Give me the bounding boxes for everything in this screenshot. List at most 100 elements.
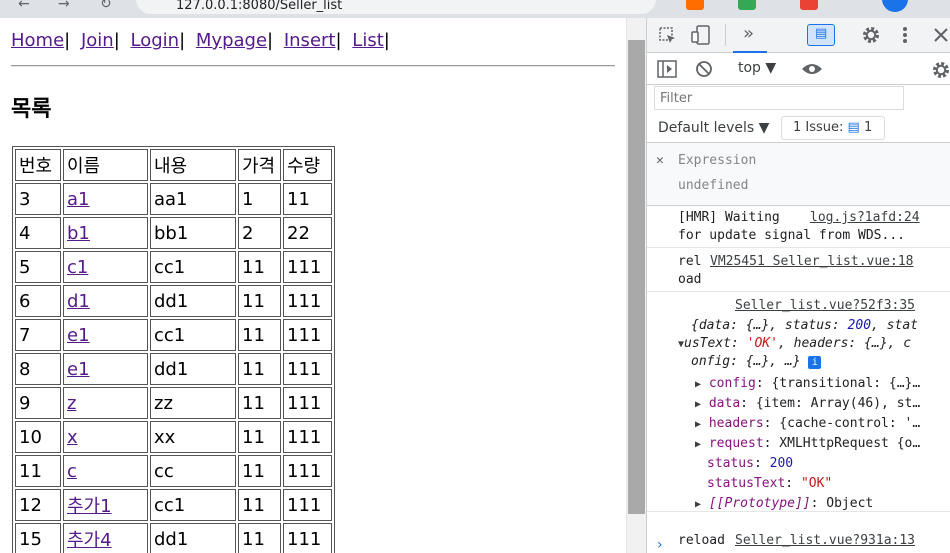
table-cell: 111 [283, 353, 332, 385]
table-row: 10 x xx 11 111 [15, 421, 332, 453]
object-property-row[interactable]: ▶ request: XMLHttpRequest {o… [695, 436, 920, 451]
table-cell: 추가4 [63, 523, 148, 553]
forward-arrow-icon[interactable]: → [58, 0, 70, 12]
levels-bar: Default levels ▼ 1 Issue: ▤ 1 [647, 113, 950, 143]
item-name-link[interactable]: b1 [67, 223, 90, 244]
clear-console-icon[interactable] [695, 60, 713, 78]
nav-home-link[interactable]: Home [11, 30, 64, 51]
preview-text: usText: [684, 336, 747, 351]
table-cell: 11 [238, 421, 281, 453]
devtools-tabbar: » ▤ [647, 18, 950, 53]
nav-separator: | [267, 30, 274, 51]
table-cell: xx [150, 421, 236, 453]
table-cell: 111 [283, 319, 332, 351]
property-value: : {transitional: {…}… [755, 376, 921, 391]
eye-icon[interactable] [801, 62, 823, 76]
table-row: 3 a1 aa1 1 11 [15, 183, 332, 215]
table-cell: 111 [283, 251, 332, 283]
sidebar-toggle-icon[interactable] [657, 60, 677, 78]
back-arrow-icon[interactable]: ← [18, 0, 30, 12]
collapsed-triangle-icon[interactable]: ▶ [695, 419, 701, 430]
preview-number: 200 [847, 318, 872, 333]
nav-join-link[interactable]: Join [81, 30, 114, 51]
item-name-link[interactable]: e1 [67, 325, 90, 346]
extension-icon[interactable] [800, 0, 818, 10]
item-name-link[interactable]: e1 [67, 359, 90, 380]
gear-icon[interactable] [861, 25, 881, 45]
item-name-link[interactable]: c [67, 461, 77, 482]
page-scrollbar[interactable] [626, 18, 646, 553]
table-cell: zz [150, 387, 236, 419]
expression-label[interactable]: Expression [678, 153, 756, 168]
table-cell: 111 [283, 387, 332, 419]
browser-toolbar: ← → ↻ 127.0.0.1:8080/Seller_list [0, 0, 950, 18]
table-cell: 11 [238, 387, 281, 419]
close-icon[interactable] [933, 27, 949, 43]
nav-insert-link[interactable]: Insert [284, 30, 336, 51]
table-cell: c [63, 455, 148, 487]
collapsed-triangle-icon[interactable]: ▶ [695, 499, 701, 510]
message-source-link[interactable]: log.js?1afd:24 [810, 210, 920, 225]
seller-list-table: 번호 이름 내용 가격 수량 3 a1 aa1 1 11 4 b1 bb1 2 22 5 c1 cc1 1… [12, 146, 335, 553]
nav-separator: | [64, 30, 71, 51]
page-title: 목록 [11, 97, 52, 122]
messages-button[interactable]: ▤ [807, 24, 835, 46]
table-cell: dd1 [150, 285, 236, 317]
address-url[interactable]: 127.0.0.1:8080/Seller_list [176, 0, 342, 13]
info-icon[interactable]: i [808, 356, 822, 369]
item-name-link[interactable]: 추가1 [67, 496, 112, 517]
inspect-element-icon[interactable] [659, 27, 677, 45]
table-cell: 8 [15, 353, 61, 385]
issues-count: 1 [863, 120, 873, 135]
nav-list-link[interactable]: List [352, 30, 383, 51]
nav-mypage-link[interactable]: Mypage [196, 30, 267, 51]
property-key: data [708, 396, 741, 411]
item-name-link[interactable]: 추가4 [67, 530, 112, 551]
nav-login-link[interactable]: Login [131, 30, 180, 51]
item-name-link[interactable]: x [67, 427, 78, 448]
object-property-row[interactable]: ▶ headers: {cache-control: '… [695, 416, 920, 431]
collapsed-triangle-icon[interactable]: ▶ [695, 379, 701, 390]
object-property-row[interactable]: ▶ data: {item: Array(46), st… [695, 396, 920, 411]
divider [11, 65, 615, 67]
devtools-panel: » ▤ top ▼ Filter Default levels ▼ 1 Issu… [646, 18, 950, 553]
console-prompt-chevron-icon[interactable]: › [657, 537, 663, 553]
table-cell: dd1 [150, 523, 236, 553]
page-viewport: Home| Join| Login| Mypage| Insert| List|… [0, 18, 626, 553]
scrollbar-thumb[interactable] [628, 40, 645, 514]
more-tabs-chevron-icon[interactable]: » [743, 23, 754, 44]
reload-icon[interactable]: ↻ [100, 0, 112, 12]
collapsed-triangle-icon[interactable]: ▶ [695, 399, 701, 410]
table-cell: e1 [63, 353, 148, 385]
address-bar[interactable]: 127.0.0.1:8080/Seller_list [136, 0, 656, 14]
collapsed-triangle-icon[interactable]: ▶ [695, 439, 701, 450]
kebab-menu-icon[interactable] [901, 26, 909, 44]
item-name-link[interactable]: a1 [67, 189, 89, 210]
remove-expression-close-icon[interactable]: ✕ [656, 153, 664, 168]
context-selector[interactable]: top ▼ [738, 60, 776, 76]
extension-icon[interactable] [686, 0, 704, 10]
extension-icon[interactable] [738, 0, 756, 10]
table-cell: cc1 [150, 251, 236, 283]
profile-avatar[interactable] [882, 0, 908, 12]
issue-message-icon: ▤ [847, 120, 860, 135]
message-source-link[interactable]: VM25451 Seller_list.vue:18 [710, 254, 914, 269]
item-name-link[interactable]: d1 [67, 291, 90, 312]
console-filter-input[interactable] [654, 86, 904, 110]
console-settings-gear-icon[interactable] [931, 60, 950, 80]
item-name-link[interactable]: c1 [67, 257, 88, 278]
nav-separator: | [335, 30, 342, 51]
message-source-link[interactable]: Seller_list.vue?931a:13 [735, 533, 915, 548]
console-message: rel VM25451 Seller_list.vue:18 oad [647, 248, 950, 292]
issues-button[interactable]: 1 Issue: ▤ 1 [781, 116, 885, 140]
message-text: rel [678, 254, 702, 269]
device-toolbar-icon[interactable] [691, 25, 711, 45]
toolbar-divider [725, 24, 726, 46]
object-preview-line[interactable]: ▼usText: 'OK', headers: {…}, c [678, 336, 911, 351]
object-property-row[interactable]: ▶ config: {transitional: {…}… [695, 376, 920, 391]
property-value: "OK" [800, 476, 833, 491]
item-name-link[interactable]: z [67, 393, 76, 414]
object-property-row[interactable]: ▶ [[Prototype]]: Object [695, 496, 873, 511]
message-source-link[interactable]: Seller_list.vue?52f3:35 [735, 298, 915, 313]
log-levels-dropdown[interactable]: Default levels ▼ [658, 120, 769, 136]
